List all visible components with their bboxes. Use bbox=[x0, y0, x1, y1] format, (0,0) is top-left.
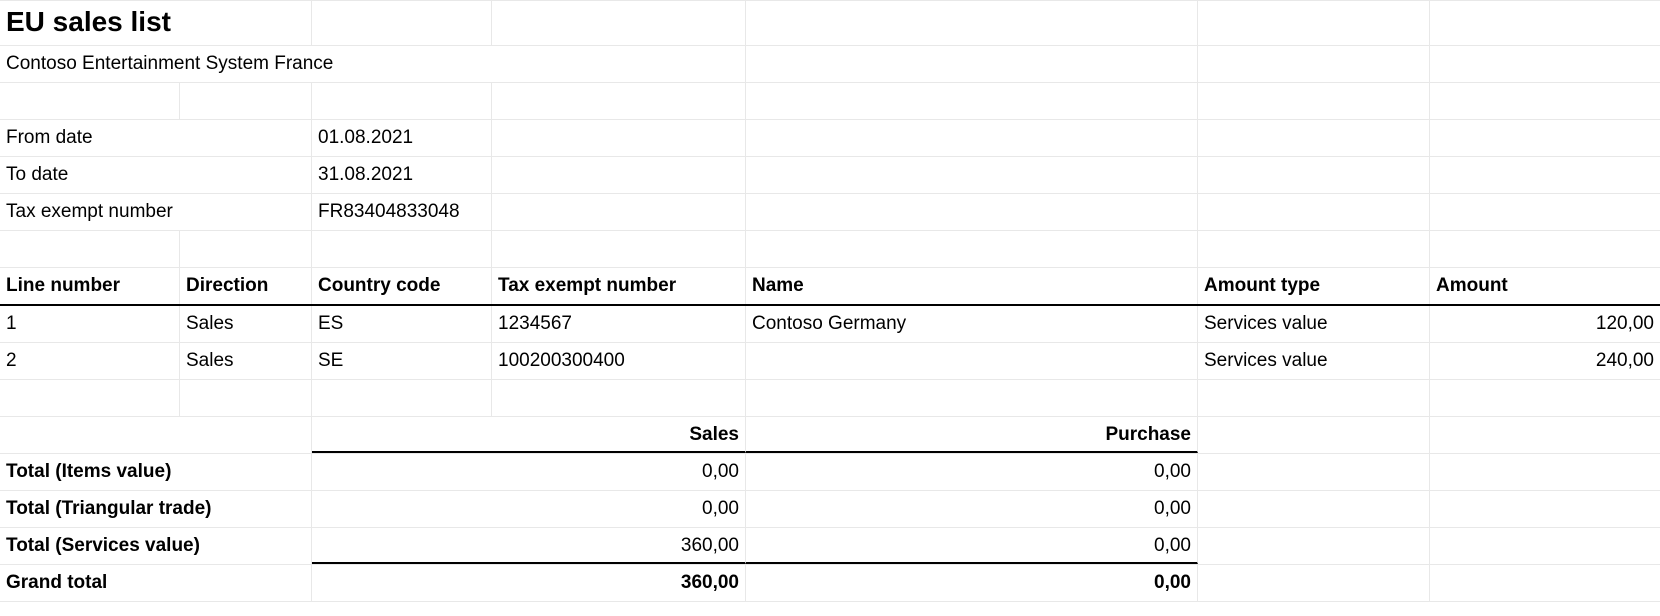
col-name: Name bbox=[746, 268, 1198, 304]
from-date-value: 01.08.2021 bbox=[312, 120, 492, 156]
tax-exempt-value: FR83404833048 bbox=[312, 194, 492, 230]
to-date-label: To date bbox=[0, 157, 312, 193]
col-direction: Direction bbox=[180, 268, 312, 304]
total-sales: 360,00 bbox=[312, 528, 746, 564]
table-header: Line number Direction Country code Tax e… bbox=[0, 268, 1660, 306]
cell-tax-exempt: 100200300400 bbox=[492, 343, 746, 379]
total-label: Total (Items value) bbox=[0, 454, 312, 490]
page-title: EU sales list bbox=[0, 1, 312, 45]
cell-line-number: 2 bbox=[0, 343, 180, 379]
total-purchase: 0,00 bbox=[746, 528, 1198, 564]
cell-amount-type: Services value bbox=[1198, 306, 1430, 342]
table-row: 2 Sales SE 100200300400 Services value 2… bbox=[0, 343, 1660, 380]
cell-country: SE bbox=[312, 343, 492, 379]
cell-amount: 240,00 bbox=[1430, 343, 1660, 379]
company-name: Contoso Entertainment System France bbox=[0, 46, 746, 82]
cell-direction: Sales bbox=[180, 306, 312, 342]
grand-total-sales: 360,00 bbox=[312, 565, 746, 601]
grand-total-purchase: 0,00 bbox=[746, 565, 1198, 601]
cell-amount-type: Services value bbox=[1198, 343, 1430, 379]
col-amount-type: Amount type bbox=[1198, 268, 1430, 304]
totals-row: Total (Services value) 360,00 0,00 bbox=[0, 528, 1660, 565]
from-date-label: From date bbox=[0, 120, 312, 156]
cell-amount: 120,00 bbox=[1430, 306, 1660, 342]
to-date-value: 31.08.2021 bbox=[312, 157, 492, 193]
col-tax-exempt: Tax exempt number bbox=[492, 268, 746, 304]
title-text: EU sales list bbox=[6, 6, 171, 37]
totals-header: Sales Purchase bbox=[0, 417, 1660, 454]
col-amount: Amount bbox=[1430, 268, 1660, 304]
grand-total-row: Grand total 360,00 0,00 bbox=[0, 565, 1660, 602]
grand-total-label: Grand total bbox=[0, 565, 312, 601]
total-sales: 0,00 bbox=[312, 454, 746, 490]
cell-line-number: 1 bbox=[0, 306, 180, 342]
cell-country: ES bbox=[312, 306, 492, 342]
totals-col-purchase: Purchase bbox=[746, 417, 1198, 453]
totals-row: Total (Triangular trade) 0,00 0,00 bbox=[0, 491, 1660, 528]
report-sheet: EU sales list Contoso Entertainment Syst… bbox=[0, 0, 1660, 602]
totals-row: Total (Items value) 0,00 0,00 bbox=[0, 454, 1660, 491]
col-line-number: Line number bbox=[0, 268, 180, 304]
total-label: Total (Triangular trade) bbox=[0, 491, 312, 527]
total-purchase: 0,00 bbox=[746, 454, 1198, 490]
total-label: Total (Services value) bbox=[0, 528, 312, 564]
total-sales: 0,00 bbox=[312, 491, 746, 527]
tax-exempt-label: Tax exempt number bbox=[0, 194, 312, 230]
col-country-code: Country code bbox=[312, 268, 492, 304]
table-row: 1 Sales ES 1234567 Contoso Germany Servi… bbox=[0, 306, 1660, 343]
cell-direction: Sales bbox=[180, 343, 312, 379]
cell-tax-exempt: 1234567 bbox=[492, 306, 746, 342]
total-purchase: 0,00 bbox=[746, 491, 1198, 527]
totals-col-sales: Sales bbox=[312, 417, 746, 453]
cell-name bbox=[746, 343, 1198, 379]
cell-name: Contoso Germany bbox=[746, 306, 1198, 342]
